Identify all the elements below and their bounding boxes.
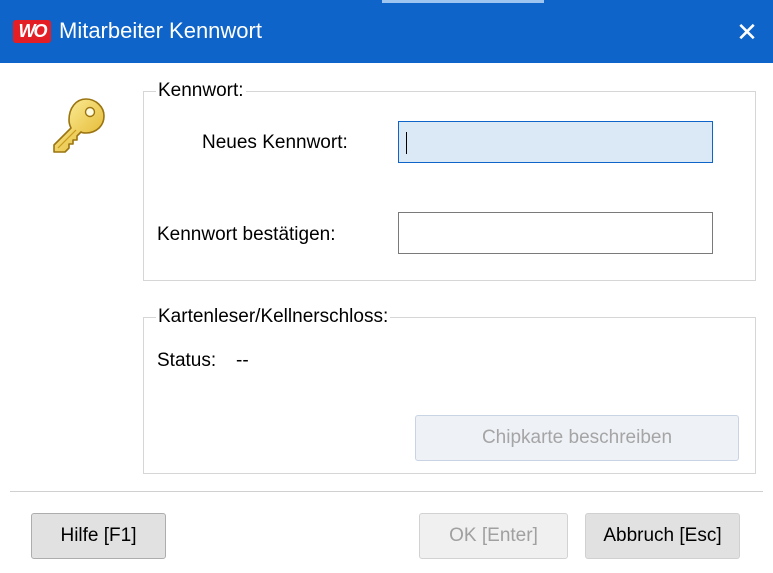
text-caret <box>406 132 407 154</box>
password-group-legend: Kennwort: <box>158 80 244 101</box>
title-bar: WO Mitarbeiter Kennwort ✕ <box>0 0 773 63</box>
help-button[interactable]: Hilfe [F1] <box>31 513 166 559</box>
confirm-password-field[interactable] <box>398 212 713 254</box>
help-button-label: Hilfe [F1] <box>60 525 137 546</box>
app-logo: WO <box>13 20 51 43</box>
close-icon: ✕ <box>736 17 758 47</box>
close-button[interactable]: ✕ <box>725 10 769 54</box>
confirm-password-label: Kennwort bestätigen: <box>157 224 336 245</box>
status-value: -- <box>236 350 249 371</box>
window-title: Mitarbeiter Kennwort <box>59 18 262 43</box>
cancel-button[interactable]: Abbruch [Esc] <box>585 513 740 559</box>
status-label: Status: <box>157 350 217 371</box>
new-password-label: Neues Kennwort: <box>202 132 348 153</box>
new-password-field[interactable] <box>398 121 713 163</box>
ok-button-label: OK [Enter] <box>449 525 538 546</box>
write-chipcard-button[interactable]: Chipkarte beschreiben <box>415 415 739 461</box>
footer-divider <box>10 491 763 492</box>
cancel-button-label: Abbruch [Esc] <box>603 525 722 546</box>
title-bar-accent <box>382 0 544 3</box>
card-reader-group-legend: Kartenleser/Kellnerschloss: <box>158 306 389 327</box>
app-logo-text: WO <box>18 21 48 41</box>
ok-button[interactable]: OK [Enter] <box>419 513 568 559</box>
key-icon <box>53 98 105 153</box>
write-chipcard-button-label: Chipkarte beschreiben <box>481 427 673 448</box>
